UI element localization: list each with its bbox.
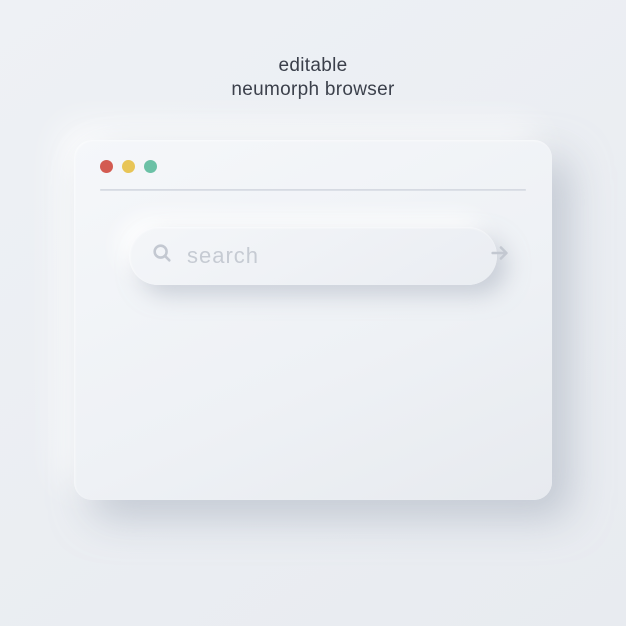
close-button[interactable]: [100, 160, 113, 173]
heading-line-2: neumorph browser: [231, 78, 394, 102]
page-heading: editable neumorph browser: [231, 54, 394, 102]
window-controls: [100, 160, 526, 173]
arrow-right-icon[interactable]: [489, 242, 511, 269]
toolbar-divider: [100, 189, 526, 191]
search-icon: [151, 242, 173, 269]
minimize-button[interactable]: [122, 160, 135, 173]
search-input[interactable]: [187, 243, 475, 269]
browser-window: [74, 140, 552, 500]
search-bar[interactable]: [129, 227, 497, 285]
heading-line-1: editable: [231, 54, 394, 78]
maximize-button[interactable]: [144, 160, 157, 173]
